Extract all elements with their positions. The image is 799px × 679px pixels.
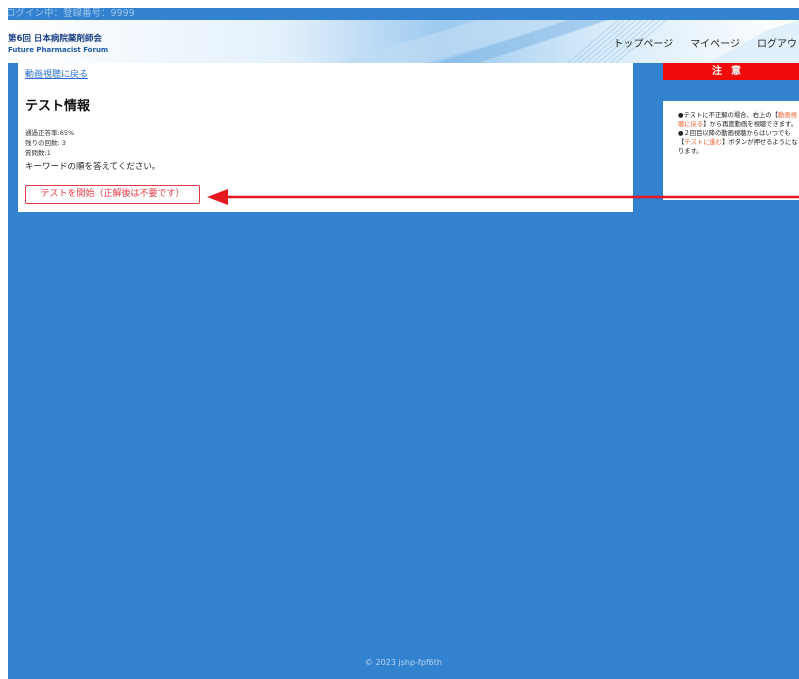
- page-title: テスト情報: [25, 99, 91, 114]
- logo-japanese: 第6回 日本病院薬剤師会: [8, 34, 102, 44]
- test-info-panel: 動画視聴に戻る テスト情報 通過正答率:65% 残りの回数: 3 質問数:1 キ…: [18, 63, 633, 212]
- footer-copyright: © 2023 jshp-fpf6th: [365, 658, 442, 667]
- notice-heading: 注意: [663, 63, 799, 80]
- nav-logout[interactable]: ログアウト: [757, 39, 799, 51]
- notice-bullet-1-tail: 】から再度動画を視聴できます。: [703, 121, 798, 128]
- nav-top-page[interactable]: トップページ: [613, 39, 673, 51]
- notice-proceed-highlight: テストに進む: [684, 139, 723, 146]
- notice-bullet-1-text: ●テストに不正解の場合、右上の【: [678, 112, 778, 119]
- nav-my-page[interactable]: マイページ: [690, 39, 740, 51]
- question-count-text: 質問数:1: [25, 149, 51, 157]
- pass-rate-text: 通過正答率:65%: [25, 129, 75, 137]
- login-status-text: ログイン中：登録番号：9999: [8, 8, 135, 19]
- logo-english: Future Pharmacist Forum: [8, 46, 109, 54]
- start-test-button[interactable]: テストを開始（正解後は不要です）: [25, 185, 200, 204]
- back-to-video-link[interactable]: 動画視聴に戻る: [25, 70, 88, 81]
- notice-box: ●テストに不正解の場合、右上の【動画視聴に戻る】から再度動画を視聴できます。 ●…: [663, 101, 799, 200]
- site-header: 第6回 日本病院薬剤師会 Future Pharmacist Forum トップ…: [8, 20, 799, 63]
- login-status-bar: ログイン中：登録番号：9999: [8, 8, 799, 20]
- notice-text: ●テストに不正解の場合、右上の【動画視聴に戻る】から再度動画を視聴できます。 ●…: [678, 111, 798, 156]
- instruction-text: キーワードの順を答えてください。: [25, 162, 161, 172]
- page-frame: ログイン中：登録番号：9999 第6回 日本病院薬剤師会 Future Phar…: [8, 8, 799, 679]
- header-nav: トップページ マイページ ログアウト: [613, 39, 799, 51]
- remaining-attempts-text: 残りの回数: 3: [25, 139, 66, 147]
